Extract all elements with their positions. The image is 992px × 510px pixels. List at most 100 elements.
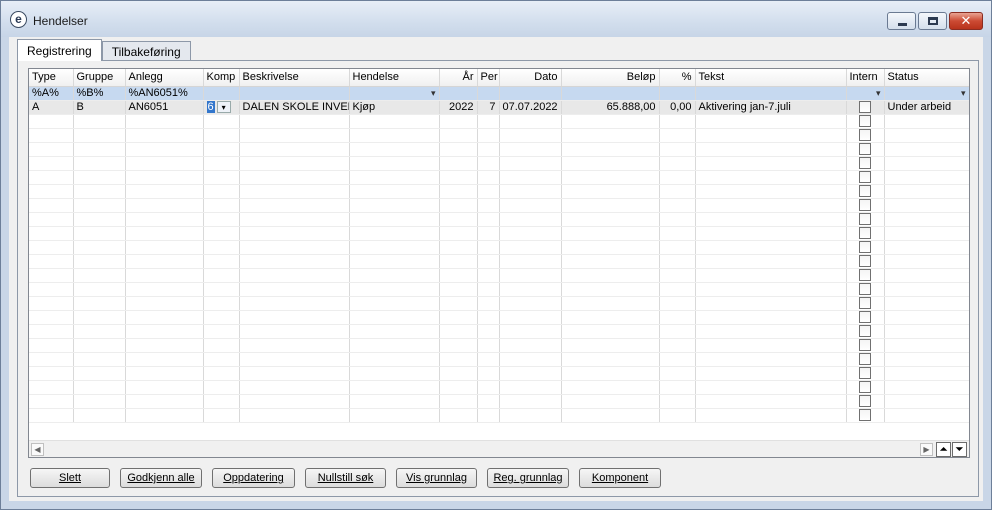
filter-dato[interactable] (499, 86, 562, 101)
komp-value[interactable]: 6 (206, 100, 215, 113)
intern-checkbox[interactable] (859, 353, 871, 365)
filter-belop[interactable] (561, 86, 660, 101)
filter-gruppe[interactable]: %B% (73, 86, 126, 101)
komp-dropdown-icon[interactable]: ▾ (216, 100, 231, 113)
intern-checkbox[interactable] (859, 171, 871, 183)
scroll-right-icon[interactable]: ▶ (920, 443, 933, 456)
scroll-top-icon[interactable]: ⏶ (936, 442, 951, 457)
empty-cell (349, 338, 440, 353)
intern-checkbox[interactable] (859, 339, 871, 351)
cell-status[interactable]: Under arbeid (884, 100, 969, 115)
intern-checkbox[interactable] (859, 325, 871, 337)
cell-beskrivelse[interactable]: DALEN SKOLE INVENT (239, 100, 350, 115)
table-row[interactable]: A B AN6051 6▾ DALEN SKOLE INVENT Kjøp 20… (29, 100, 969, 115)
col-header-tekst[interactable]: Tekst (695, 69, 847, 87)
empty-cell (499, 170, 562, 185)
horizontal-scrollbar[interactable]: ◀ ▶ ⏶ ⏷ (29, 440, 969, 457)
empty-cell (239, 338, 350, 353)
col-header-gruppe[interactable]: Gruppe (73, 69, 126, 87)
col-header-hendelse[interactable]: Hendelse (349, 69, 440, 87)
komponent-button[interactable]: Komponent (579, 468, 661, 488)
tab-registrering[interactable]: Registrering (17, 39, 102, 61)
nullstill-sok-button[interactable]: Nullstill søk (305, 468, 386, 488)
intern-checkbox[interactable] (859, 157, 871, 169)
intern-checkbox[interactable] (859, 241, 871, 253)
maximize-button[interactable] (918, 12, 947, 30)
vis-grunnlag-button[interactable]: Vis grunnlag (396, 468, 477, 488)
intern-checkbox[interactable] (859, 101, 871, 113)
intern-checkbox[interactable] (859, 255, 871, 267)
col-header-per[interactable]: Per (477, 69, 500, 87)
cell-type[interactable]: A (29, 100, 74, 115)
intern-checkbox[interactable] (859, 283, 871, 295)
col-header-status[interactable]: Status (884, 69, 969, 87)
cell-intern[interactable] (846, 100, 885, 115)
chevron-down-icon[interactable]: ▾ (431, 87, 436, 100)
col-header-pct[interactable]: % (659, 69, 696, 87)
oppdatering-button[interactable]: Oppdatering (212, 468, 295, 488)
empty-cell (561, 282, 660, 297)
intern-checkbox[interactable] (859, 409, 871, 421)
col-header-komp[interactable]: Komp (203, 69, 240, 87)
cell-ar[interactable]: 2022 (439, 100, 478, 115)
tab-tilbakeforing[interactable]: Tilbakeføring (101, 41, 191, 61)
col-header-ar[interactable]: År (439, 69, 478, 87)
filter-intern[interactable]: ▾ (846, 86, 885, 101)
scroll-left-icon[interactable]: ◀ (31, 443, 44, 456)
cell-tekst[interactable]: Aktivering jan-7.juli (695, 100, 847, 115)
empty-cell (125, 366, 204, 381)
cell-dato[interactable]: 07.07.2022 (499, 100, 562, 115)
intern-checkbox[interactable] (859, 185, 871, 197)
godkjenn-alle-button[interactable]: Godkjenn alle (120, 468, 202, 488)
intern-checkbox[interactable] (859, 395, 871, 407)
intern-checkbox[interactable] (859, 381, 871, 393)
cell-gruppe[interactable]: B (73, 100, 126, 115)
filter-per[interactable] (477, 86, 500, 101)
filter-ar[interactable] (439, 86, 478, 101)
cell-komp[interactable]: 6 ▾ (203, 100, 240, 115)
scroll-bottom-icon[interactable]: ⏷ (952, 442, 967, 457)
col-header-type[interactable]: Type (29, 69, 74, 87)
slett-button[interactable]: Slett (30, 468, 110, 488)
col-header-dato[interactable]: Dato (499, 69, 562, 87)
intern-checkbox[interactable] (859, 227, 871, 239)
empty-cell (499, 282, 562, 297)
cell-anlegg[interactable]: AN6051 (125, 100, 204, 115)
chevron-down-icon[interactable]: ▾ (876, 87, 881, 100)
intern-checkbox[interactable] (859, 213, 871, 225)
intern-checkbox[interactable] (859, 269, 871, 281)
col-header-beskrivelse[interactable]: Beskrivelse (239, 69, 350, 87)
empty-cell (846, 142, 885, 157)
intern-checkbox[interactable] (859, 115, 871, 127)
filter-pct[interactable] (659, 86, 696, 101)
cell-per[interactable]: 7 (477, 100, 500, 115)
intern-checkbox[interactable] (859, 143, 871, 155)
chevron-down-icon[interactable]: ▾ (961, 87, 966, 100)
filter-tekst[interactable] (695, 86, 847, 101)
col-header-intern[interactable]: Intern (846, 69, 885, 87)
minimize-button[interactable] (887, 12, 916, 30)
close-button[interactable]: ✕ (949, 12, 983, 30)
col-header-belop[interactable]: Beløp (561, 69, 660, 87)
filter-anlegg[interactable]: %AN6051% (125, 86, 204, 101)
filter-type[interactable]: %A% (29, 86, 74, 101)
intern-checkbox[interactable] (859, 129, 871, 141)
filter-status[interactable]: ▾ (884, 86, 969, 101)
empty-cell (239, 310, 350, 325)
events-grid[interactable]: Type Gruppe Anlegg Komp Beskrivelse Hend… (28, 68, 970, 458)
intern-checkbox[interactable] (859, 367, 871, 379)
filter-hendelse[interactable]: ▾ (349, 86, 440, 101)
filter-beskrivelse[interactable] (239, 86, 350, 101)
cell-belop[interactable]: 65.888,00 (561, 100, 660, 115)
intern-checkbox[interactable] (859, 311, 871, 323)
reg-grunnlag-button[interactable]: Reg. grunnlag (487, 468, 569, 488)
col-header-anlegg[interactable]: Anlegg (125, 69, 204, 87)
empty-cell (884, 394, 969, 409)
cell-hendelse[interactable]: Kjøp (349, 100, 440, 115)
cell-pct[interactable]: 0,00 (659, 100, 696, 115)
intern-checkbox[interactable] (859, 199, 871, 211)
filter-komp[interactable] (203, 86, 240, 101)
title-bar[interactable]: e Hendelser ✕ (1, 1, 991, 37)
intern-checkbox[interactable] (859, 297, 871, 309)
empty-cell (695, 338, 847, 353)
